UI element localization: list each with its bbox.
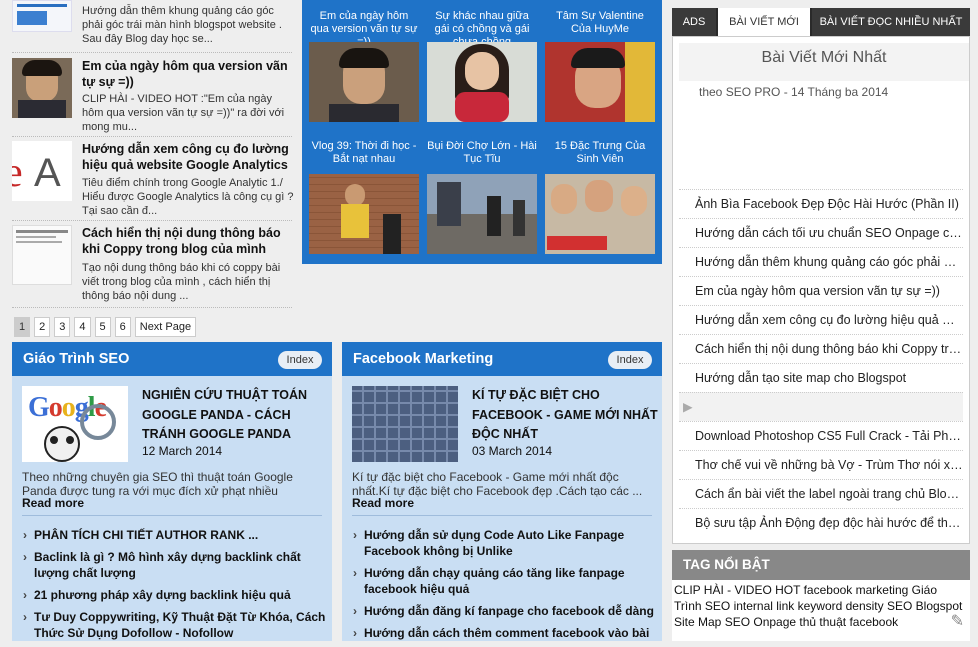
featured-title[interactable]: NGHIÊN CỨU THUẬT TOÁN GOOGLE PANDA - CÁC… [142,386,328,445]
post-list: PHÂN TÍCH CHI TIẾT AUTHOR RANK ... Bacli… [22,527,328,647]
widget-title[interactable]: Giáo Trình SEO [23,351,129,367]
post-excerpt: Hướng dẫn thêm khung quảng cáo góc phải … [82,5,282,45]
recent-post-link[interactable]: Thơ chế vui về những bà Vợ - Trùm Thơ nó… [679,450,963,479]
list-item[interactable]: Hướng dẫn cách thêm comment facebook vào… [352,625,658,641]
recent-post-link[interactable]: ▶ [679,392,963,421]
tools-icon[interactable]: ✎ [951,611,964,631]
next-page-button[interactable]: Next Page [134,317,197,337]
recent-post-link[interactable]: Hướng dẫn thêm khung quảng cáo góc phải … [679,247,963,276]
video-title[interactable]: Tâm Sự Valentine Của HuyMe [545,10,655,42]
page-button[interactable]: 6 [114,317,131,337]
video-item[interactable]: Vlog 39: Thời đi học - Bắt nạt nhau [309,140,419,254]
panel-title: Bài Viết Mới Nhất [679,43,969,81]
tags-widget: TAG NỔI BẬT CLIP HÀI - VIDEO HOT faceboo… [672,550,970,641]
video-grid: Em của ngày hôm qua version vãn tự sự =)… [302,0,662,264]
page-button[interactable]: 2 [34,317,51,337]
video-item[interactable]: Tâm Sự Valentine Của HuyMe [545,10,655,122]
page-button[interactable]: 5 [94,317,111,337]
video-thumbnail[interactable] [545,42,655,122]
seo-course-widget: Giáo Trình SEO Index Google NGHIÊN CỨU T… [12,342,332,641]
divider [12,136,292,137]
page-button[interactable]: 3 [54,317,71,337]
featured-excerpt: Kí tự đặc biệt cho Facebook - Game mới n… [352,470,643,498]
tab-new-posts[interactable]: BÀI VIẾT MỚI [718,8,810,36]
video-item[interactable]: Sự khác nhau giữa gái có chồng và gái ch… [427,10,537,122]
video-item[interactable]: Bụi Đời Chợ Lớn - Hài Tục Tĩu [427,140,537,254]
tab-most-read[interactable]: BÀI VIẾT ĐỌC NHIỀU NHẤT [812,8,970,36]
pagination: 1 2 3 4 5 6 Next Page [14,317,197,337]
list-item[interactable]: 21 phương pháp xây dựng backlink hiệu qu… [22,587,328,603]
featured-thumbnail[interactable]: Google [22,386,128,462]
divider [12,307,292,308]
divider [12,52,292,53]
post-thumbnail[interactable] [12,58,72,118]
video-thumbnail[interactable] [309,42,419,122]
divider [22,515,322,516]
video-item[interactable]: Em của ngày hôm qua version vãn tự sự =)… [309,10,419,122]
recent-posts-panel: Bài Viết Mới Nhất theo SEO PRO - 14 Thán… [672,36,970,544]
recent-post-link[interactable]: Cách hiển thị nội dung thông báo khi Cop… [679,334,963,363]
read-more-link[interactable]: Read more [352,496,414,510]
video-thumbnail[interactable] [427,174,537,254]
video-thumbnail[interactable] [427,42,537,122]
byline: theo SEO PRO - 14 Tháng ba 2014 [699,85,889,99]
video-title[interactable]: Em của ngày hôm qua version vãn tự sự =)… [309,10,419,42]
recent-post-link[interactable]: Bộ sưu tập Ảnh Động đẹp độc hài hước để … [679,508,963,537]
index-button[interactable]: Index [608,351,652,369]
recent-post-link[interactable]: Hướng dẫn cách tối ưu chuẩn SEO Onpage c… [679,218,963,247]
post-excerpt: Tiêu điểm chính trong Google Analytic 1.… [82,177,294,217]
post-thumbnail[interactable] [12,0,72,32]
read-more-link[interactable]: Read more [22,496,84,510]
featured-excerpt: Theo những chuyên gia SEO thì thuật toán… [22,470,293,498]
recent-post-link[interactable]: Em của ngày hôm qua version vãn tự sự =)… [679,276,963,305]
video-title[interactable]: 15 Đặc Trưng Của Sinh Viên [545,140,655,172]
list-item[interactable]: Hướng dẫn sử dụng Code Auto Like Fanpage… [352,527,658,559]
tab-ads[interactable]: ADS [672,8,716,36]
list-item[interactable]: Hướng dẫn chạy quảng cáo tăng like fanpa… [352,565,658,597]
video-item[interactable]: 15 Đặc Trưng Của Sinh Viên [545,140,655,254]
index-button[interactable]: Index [278,351,322,369]
video-title[interactable]: Vlog 39: Thời đi học - Bắt nạt nhau [309,140,419,172]
facebook-marketing-widget: Facebook Marketing Index KÍ TỰ ĐẶC BIỆT … [342,342,662,641]
post-excerpt: Tạo nội dung thông báo khi có coppy bài … [82,262,281,302]
post-thumbnail[interactable]: e A [12,141,72,201]
post-title[interactable]: Em của ngày hôm qua version vãn tự sự =)… [82,58,294,90]
list-item[interactable]: Baclink là gì ? Mô hình xây dựng backlin… [22,549,328,581]
post-title[interactable]: Hướng dẫn xem công cụ đo lường hiệu quả … [82,141,294,173]
sidebar-tabs: ADS BÀI VIẾT MỚI BÀI VIẾT ĐỌC NHIỀU NHẤT [672,8,970,36]
post-thumbnail[interactable] [12,225,72,285]
page-button[interactable]: 1 [14,317,31,337]
post-excerpt: CLIP HÀI - VIDEO HOT :"Em của ngày hôm q… [82,93,285,133]
recent-post-link[interactable]: Download Photoshop CS5 Full Crack - Tải … [679,421,963,450]
widget-header: Giáo Trình SEO Index [12,342,332,376]
featured-thumbnail[interactable] [352,386,458,462]
tag-cloud[interactable]: CLIP HÀI - VIDEO HOT facebook marketing … [674,582,966,630]
featured-date: 03 March 2014 [472,444,553,458]
list-item[interactable]: Hướng dẫn đăng kí fanpage cho facebook d… [352,603,658,619]
recent-post-link[interactable]: Hướng dẫn tạo site map cho Blogspot [679,363,963,392]
video-thumbnail[interactable] [309,174,419,254]
video-title[interactable]: Bụi Đời Chợ Lớn - Hài Tục Tĩu [427,140,537,172]
recent-post-link[interactable]: Cách ẩn bài viết the label ngoài trang c… [679,479,963,508]
list-item[interactable]: PHÂN TÍCH CHI TIẾT AUTHOR RANK ... [22,527,328,543]
recent-post-link[interactable]: Hướng dẫn xem công cụ đo lường hiệu quả … [679,305,963,334]
featured-title[interactable]: KÍ TỰ ĐẶC BIỆT CHO FACEBOOK - GAME MỚI N… [472,386,658,445]
post-title[interactable]: Cách hiển thị nội dung thông báo khi Cop… [82,225,294,257]
play-arrow-icon: ▶ [683,400,693,414]
divider [352,515,652,516]
featured-date: 12 March 2014 [142,444,223,458]
list-item[interactable]: Tư Duy Coppywriting, Kỹ Thuật Đặt Từ Khó… [22,609,328,641]
recent-post-link[interactable]: Ảnh Bìa Facebook Đẹp Độc Hài Hước (Phần … [679,189,963,218]
tags-title: TAG NỔI BẬT [672,550,970,580]
page-button[interactable]: 4 [74,317,91,337]
video-title[interactable]: Sự khác nhau giữa gái có chồng và gái ch… [427,10,537,42]
widget-title[interactable]: Facebook Marketing [353,351,493,367]
divider [12,220,292,221]
widget-header: Facebook Marketing Index [342,342,662,376]
video-thumbnail[interactable] [545,174,655,254]
post-list: Hướng dẫn sử dụng Code Auto Like Fanpage… [352,527,658,647]
